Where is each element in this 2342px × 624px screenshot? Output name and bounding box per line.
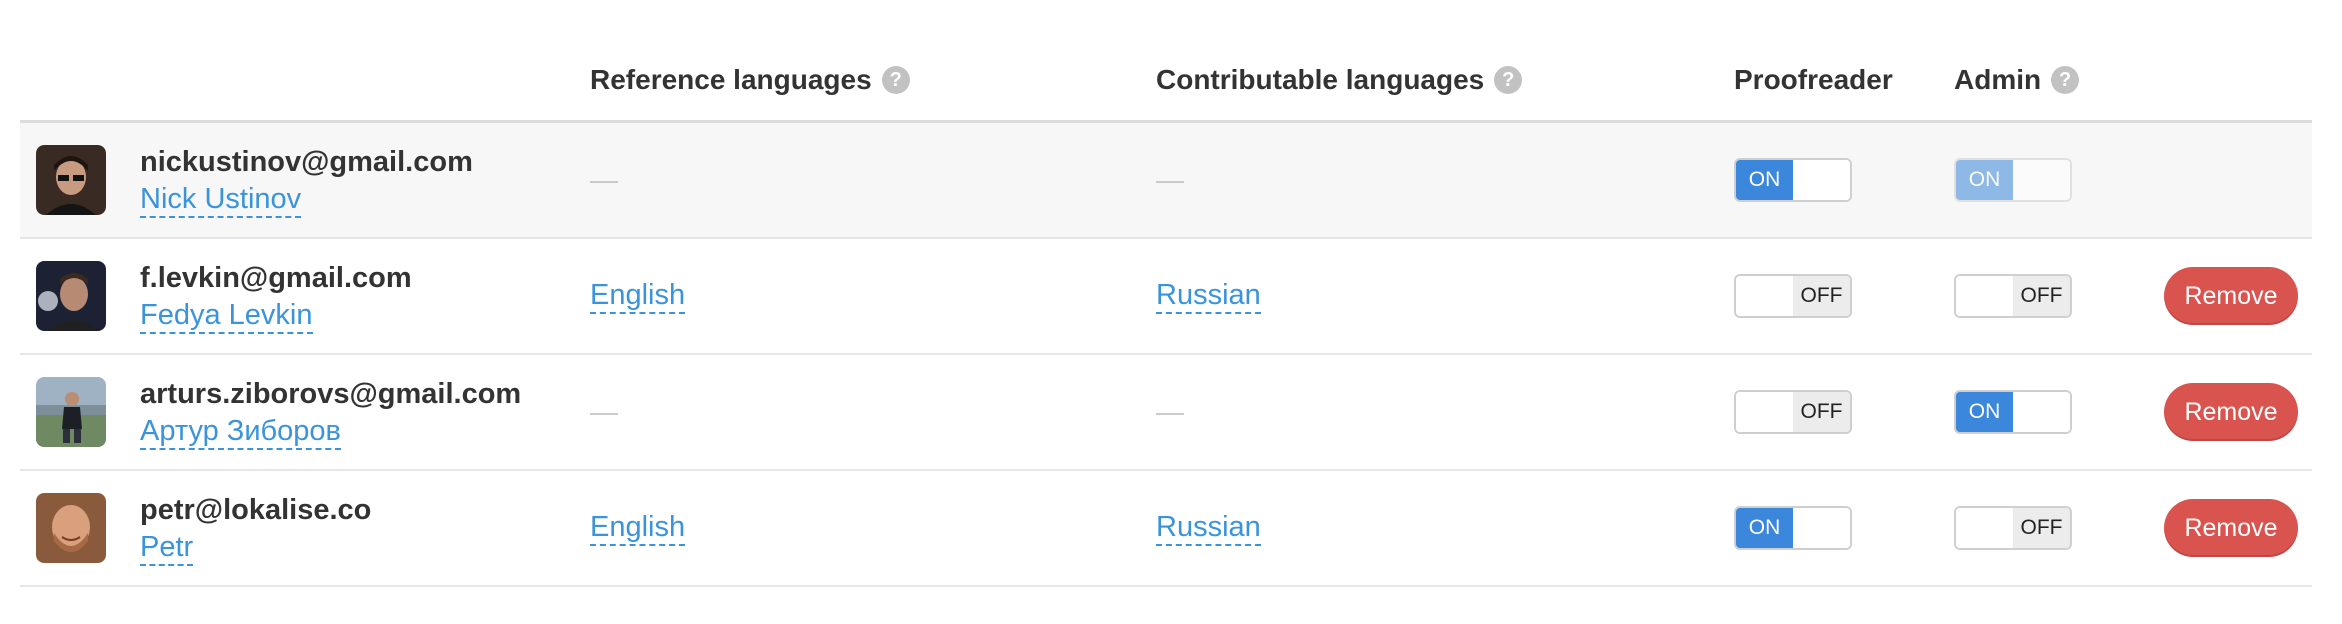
header-reference-languages: Reference languages? (590, 40, 1156, 123)
reference-language-link[interactable]: English (590, 278, 686, 314)
avatar (36, 145, 106, 215)
proofreader-toggle[interactable]: ON (1734, 506, 1852, 550)
admin-toggle[interactable]: OFF (1954, 506, 2072, 550)
toggle-state-label: ON (1736, 160, 1793, 200)
user-name-link[interactable]: Nick Ustinov (140, 182, 302, 218)
proofreader-toggle[interactable]: ON (1734, 158, 1852, 202)
admin-cell: ON (1954, 121, 2164, 239)
admin-cell: ON (1954, 354, 2164, 471)
contributable-languages-cell: Russian (1156, 238, 1734, 355)
admin-cell: OFF (1954, 470, 2164, 587)
toggle-state-label: ON (1956, 392, 2013, 432)
reference-languages-cell: — (590, 121, 1156, 239)
avatar (36, 261, 106, 331)
empty-contributable-languages: — (1156, 396, 1184, 427)
table-row: petr@lokalise.co Petr English Russian ON… (20, 470, 2312, 587)
user-email: f.levkin@gmail.com (140, 262, 412, 294)
proofreader-cell: OFF (1734, 238, 1954, 355)
toggle-state-label: ON (1956, 160, 2013, 200)
reference-language-link[interactable]: English (590, 510, 686, 546)
user-name-link[interactable]: Petr (140, 530, 194, 566)
empty-reference-languages: — (590, 164, 618, 195)
remove-button[interactable]: Remove (2164, 383, 2298, 441)
admin-toggle[interactable]: ON (1954, 390, 2072, 434)
contributable-language-link[interactable]: Russian (1156, 278, 1261, 314)
user-cell: nickustinov@gmail.com Nick Ustinov (20, 121, 590, 239)
help-icon[interactable]: ? (2051, 65, 2080, 94)
header-user (20, 40, 590, 123)
user-cell: f.levkin@gmail.com Fedya Levkin (20, 238, 590, 355)
team-members-panel: Reference languages? Contributable langu… (0, 0, 2342, 624)
header-admin: Admin? (1954, 40, 2164, 123)
user-cell: arturs.ziborovs@gmail.com Артур Зиборов (20, 354, 590, 471)
table-row: nickustinov@gmail.com Nick Ustinov — — O… (20, 121, 2312, 239)
admin-toggle[interactable]: OFF (1954, 274, 2072, 318)
toggle-state-label: OFF (1793, 276, 1850, 316)
table-row: arturs.ziborovs@gmail.com Артур Зиборов … (20, 354, 2312, 471)
proofreader-cell: ON (1734, 470, 1954, 587)
toggle-state-label: ON (1736, 508, 1793, 548)
user-cell: petr@lokalise.co Petr (20, 470, 590, 587)
toggle-state-label: OFF (1793, 392, 1850, 432)
members-table: Reference languages? Contributable langu… (20, 40, 2312, 587)
contributable-language-link[interactable]: Russian (1156, 510, 1261, 546)
user-email: petr@lokalise.co (140, 494, 372, 526)
user-name-link[interactable]: Артур Зиборов (140, 414, 341, 450)
admin-toggle: ON (1954, 158, 2072, 202)
table-row: f.levkin@gmail.com Fedya Levkin English … (20, 238, 2312, 355)
actions-cell (2164, 121, 2312, 239)
actions-cell: Remove (2164, 238, 2312, 355)
proofreader-cell: OFF (1734, 354, 1954, 471)
help-icon[interactable]: ? (881, 65, 910, 94)
avatar (36, 377, 106, 447)
proofreader-cell: ON (1734, 121, 1954, 239)
header-contributable-languages: Contributable languages? (1156, 40, 1734, 123)
empty-contributable-languages: — (1156, 164, 1184, 195)
header-actions (2164, 40, 2312, 123)
remove-button[interactable]: Remove (2164, 499, 2298, 557)
contributable-languages-cell: Russian (1156, 470, 1734, 587)
reference-languages-cell: — (590, 354, 1156, 471)
empty-reference-languages: — (590, 396, 618, 427)
toggle-state-label: OFF (2013, 276, 2070, 316)
reference-languages-cell: English (590, 470, 1156, 587)
actions-cell: Remove (2164, 354, 2312, 471)
toggle-state-label: OFF (2013, 508, 2070, 548)
remove-button[interactable]: Remove (2164, 267, 2298, 325)
table-header-row: Reference languages? Contributable langu… (20, 40, 2312, 123)
actions-cell: Remove (2164, 470, 2312, 587)
user-email: arturs.ziborovs@gmail.com (140, 378, 522, 410)
admin-cell: OFF (1954, 238, 2164, 355)
header-proofreader: Proofreader (1734, 40, 1954, 123)
proofreader-toggle[interactable]: OFF (1734, 390, 1852, 434)
help-icon[interactable]: ? (1494, 65, 1523, 94)
contributable-languages-cell: — (1156, 354, 1734, 471)
proofreader-toggle[interactable]: OFF (1734, 274, 1852, 318)
reference-languages-cell: English (590, 238, 1156, 355)
contributable-languages-cell: — (1156, 121, 1734, 239)
user-email: nickustinov@gmail.com (140, 146, 473, 178)
avatar (36, 493, 106, 563)
user-name-link[interactable]: Fedya Levkin (140, 298, 313, 334)
